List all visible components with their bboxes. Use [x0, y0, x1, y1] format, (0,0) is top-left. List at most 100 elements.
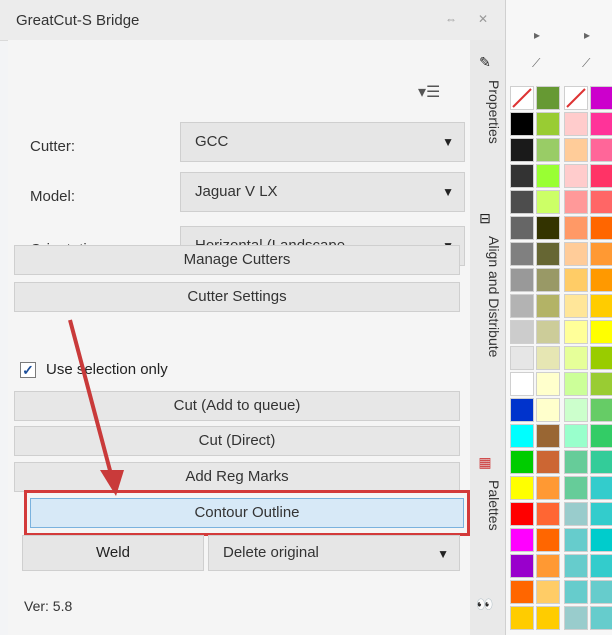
color-swatch[interactable]	[536, 190, 560, 214]
cut-direct-button[interactable]: Cut (Direct)	[14, 426, 460, 456]
color-swatch[interactable]	[510, 476, 534, 500]
pin-icon[interactable]: ⇔	[445, 12, 457, 26]
tab-palettes[interactable]: Palettes	[472, 480, 502, 531]
color-swatch[interactable]	[510, 320, 534, 344]
color-swatch[interactable]	[590, 450, 612, 474]
color-swatch[interactable]	[536, 294, 560, 318]
color-swatch[interactable]	[590, 606, 612, 630]
color-swatch[interactable]	[590, 294, 612, 318]
color-swatch[interactable]	[564, 294, 588, 318]
color-swatch[interactable]	[590, 476, 612, 500]
color-swatch[interactable]	[590, 502, 612, 526]
tab-properties[interactable]: Properties	[472, 80, 502, 144]
color-swatch[interactable]	[590, 346, 612, 370]
color-swatch[interactable]	[536, 242, 560, 266]
color-swatch[interactable]	[536, 450, 560, 474]
weld-button[interactable]: Weld	[22, 535, 204, 571]
color-swatch[interactable]	[590, 528, 612, 552]
model-select[interactable]: Jaguar V LX ▼	[180, 172, 465, 212]
cutter-settings-button[interactable]: Cutter Settings	[14, 282, 460, 312]
color-swatch[interactable]	[536, 554, 560, 578]
color-swatch[interactable]	[590, 242, 612, 266]
color-swatch[interactable]	[590, 138, 612, 162]
color-swatch[interactable]	[564, 112, 588, 136]
color-swatch[interactable]	[564, 164, 588, 188]
color-swatch[interactable]	[536, 424, 560, 448]
panel-menu-icon[interactable]: ▾☰	[418, 82, 440, 102]
color-swatch[interactable]	[536, 216, 560, 240]
color-swatch[interactable]	[564, 216, 588, 240]
color-swatch[interactable]	[510, 398, 534, 422]
color-swatch[interactable]	[510, 138, 534, 162]
color-swatch[interactable]	[564, 528, 588, 552]
eyedropper-icon[interactable]: ⟋	[582, 56, 590, 71]
close-icon[interactable]: ✕	[478, 12, 488, 26]
color-swatch[interactable]	[590, 554, 612, 578]
color-swatch[interactable]	[536, 372, 560, 396]
add-reg-marks-button[interactable]: Add Reg Marks	[14, 462, 460, 492]
color-swatch[interactable]	[536, 528, 560, 552]
color-swatch[interactable]	[536, 86, 560, 110]
color-swatch[interactable]	[564, 502, 588, 526]
color-swatch[interactable]	[590, 164, 612, 188]
color-swatch[interactable]	[590, 372, 612, 396]
color-swatch[interactable]	[590, 424, 612, 448]
color-swatch[interactable]	[590, 320, 612, 344]
color-swatch[interactable]	[564, 424, 588, 448]
color-swatch[interactable]	[536, 580, 560, 604]
tab-align-distribute[interactable]: Align and Distribute	[472, 236, 502, 357]
color-swatch[interactable]	[510, 424, 534, 448]
color-swatch[interactable]	[590, 398, 612, 422]
color-swatch[interactable]	[564, 398, 588, 422]
cutter-select[interactable]: GCC ▼	[180, 122, 465, 162]
eyedropper-icon[interactable]: ⟋	[532, 56, 540, 71]
color-swatch[interactable]	[536, 502, 560, 526]
manage-cutters-button[interactable]: Manage Cutters	[14, 245, 460, 275]
color-swatch[interactable]	[510, 372, 534, 396]
delete-original-select[interactable]: Delete original ▼	[208, 535, 460, 571]
color-swatch[interactable]	[564, 372, 588, 396]
color-swatch[interactable]	[536, 164, 560, 188]
color-swatch[interactable]	[564, 554, 588, 578]
use-selection-checkbox[interactable]: ✓ Use selection only	[20, 360, 320, 382]
color-swatch[interactable]	[510, 554, 534, 578]
color-swatch[interactable]	[536, 606, 560, 630]
color-swatch[interactable]	[510, 112, 534, 136]
color-swatch[interactable]	[536, 320, 560, 344]
palette-scroll-arrow-icon[interactable]: ▸	[584, 28, 590, 42]
color-swatch[interactable]	[590, 112, 612, 136]
color-swatch[interactable]	[564, 86, 588, 110]
color-swatch[interactable]	[510, 190, 534, 214]
palette-scroll-arrow-icon[interactable]: ▸	[534, 28, 540, 42]
color-swatch[interactable]	[564, 606, 588, 630]
color-swatch[interactable]	[564, 138, 588, 162]
color-swatch[interactable]	[510, 450, 534, 474]
color-swatch[interactable]	[590, 580, 612, 604]
color-swatch[interactable]	[590, 216, 612, 240]
color-swatch[interactable]	[536, 268, 560, 292]
color-swatch[interactable]	[510, 86, 534, 110]
color-swatch[interactable]	[564, 242, 588, 266]
color-swatch[interactable]	[510, 268, 534, 292]
color-swatch[interactable]	[510, 502, 534, 526]
color-swatch[interactable]	[510, 294, 534, 318]
color-swatch[interactable]	[564, 190, 588, 214]
color-swatch[interactable]	[536, 398, 560, 422]
color-swatch[interactable]	[590, 190, 612, 214]
color-swatch[interactable]	[536, 346, 560, 370]
color-swatch[interactable]	[510, 528, 534, 552]
color-swatch[interactable]	[590, 268, 612, 292]
color-swatch[interactable]	[564, 268, 588, 292]
color-swatch[interactable]	[510, 346, 534, 370]
color-swatch[interactable]	[536, 112, 560, 136]
cut-add-queue-button[interactable]: Cut (Add to queue)	[14, 391, 460, 421]
color-swatch[interactable]	[510, 216, 534, 240]
color-swatch[interactable]	[564, 320, 588, 344]
color-swatch[interactable]	[564, 450, 588, 474]
color-swatch[interactable]	[510, 242, 534, 266]
color-swatch[interactable]	[510, 606, 534, 630]
color-swatch[interactable]	[536, 476, 560, 500]
color-swatch[interactable]	[564, 580, 588, 604]
binoculars-icon[interactable]: 👀	[476, 596, 494, 614]
color-swatch[interactable]	[536, 138, 560, 162]
